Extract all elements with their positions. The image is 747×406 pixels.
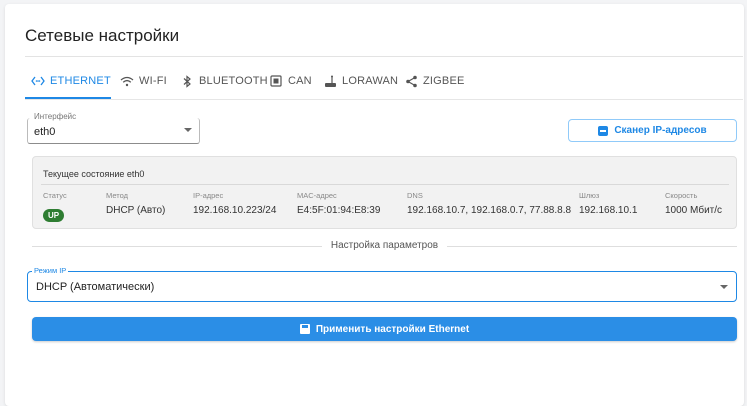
chevron-down-icon xyxy=(720,285,728,289)
network-settings-card: Сетевые настройки ETHERNET WI-FI BLUETOO… xyxy=(5,4,744,406)
tab-wifi[interactable]: WI-FI xyxy=(120,64,167,98)
share-icon xyxy=(404,74,418,88)
method-value: DHCP (Авто) xyxy=(106,205,166,216)
ip-mode-select[interactable]: Режим IP DHCP (Автоматически) xyxy=(27,266,737,302)
status-divider xyxy=(41,184,729,185)
status-badge: UP xyxy=(43,209,65,222)
section-line-left xyxy=(32,246,322,247)
ip-value: 192.168.10.223/24 xyxy=(193,205,277,216)
section-title: Настройка параметров xyxy=(330,240,439,251)
tab-can-label: CAN xyxy=(288,75,312,87)
status-label: Статус xyxy=(43,191,67,200)
status-title: Текущее состояние eth0 xyxy=(43,169,145,179)
gateway-label: Шлюз xyxy=(579,191,600,200)
interface-select[interactable]: Интерфейс eth0 xyxy=(27,112,200,144)
speed-column: Скорость 1000 Мбит/с xyxy=(665,191,722,216)
ip-column: IP-адрес 192.168.10.223/24 xyxy=(193,191,276,216)
status-column: Статус UP xyxy=(43,191,67,223)
can-icon xyxy=(269,74,283,88)
ip-mode-value: DHCP (Автоматически) xyxy=(36,281,155,293)
chevron-down-icon xyxy=(184,128,192,132)
mac-value: E4:5F:01:94:E8:39 xyxy=(297,205,381,216)
ip-mode-label: Режим IP xyxy=(32,266,69,275)
wifi-icon xyxy=(120,74,134,88)
scanner-icon xyxy=(598,125,609,136)
speed-value: 1000 Мбит/с xyxy=(665,205,723,216)
dns-value: 192.168.10.7, 192.168.0.7, 77.88.8.8 xyxy=(407,205,572,216)
mac-label: MAC-адрес xyxy=(297,191,337,200)
section-divider: Настройка параметров xyxy=(32,240,737,252)
title-divider xyxy=(25,56,743,57)
interface-value: eth0 xyxy=(34,126,56,138)
method-column: Метод DHCP (Авто) xyxy=(106,191,165,216)
tab-wifi-label: WI-FI xyxy=(139,75,167,87)
interface-label: Интерфейс xyxy=(32,112,79,121)
speed-label: Скорость xyxy=(665,191,698,200)
method-label: Метод xyxy=(106,191,128,200)
tabs-bar: ETHERNET WI-FI BLUETOOTH CAN LORAWAN ZIG… xyxy=(25,64,743,99)
apply-ethernet-label: Применить настройки Ethernet xyxy=(315,323,470,335)
apply-ethernet-button[interactable]: Применить настройки Ethernet xyxy=(32,317,737,341)
ip-scanner-button[interactable]: Сканер IP-адресов xyxy=(568,119,737,142)
tab-can[interactable]: CAN xyxy=(269,64,312,98)
tab-ethernet[interactable]: ETHERNET xyxy=(31,64,111,98)
tab-bluetooth-label: BLUETOOTH xyxy=(199,75,268,87)
tab-zigbee-label: ZIGBEE xyxy=(423,75,465,87)
tab-bluetooth[interactable]: BLUETOOTH xyxy=(180,64,268,98)
gateway-column: Шлюз 192.168.10.1 xyxy=(579,191,637,216)
gateway-value: 192.168.10.1 xyxy=(579,205,638,216)
dns-column: DNS 192.168.10.7, 192.168.0.7, 77.88.8.8 xyxy=(407,191,571,216)
bluetooth-icon xyxy=(180,74,194,88)
status-panel: Текущее состояние eth0 Статус UP Метод D… xyxy=(32,156,737,229)
antenna-icon xyxy=(323,74,337,88)
tab-ethernet-label: ETHERNET xyxy=(50,75,111,87)
tab-zigbee[interactable]: ZIGBEE xyxy=(404,64,465,98)
tabs-divider xyxy=(25,99,743,100)
dns-label: DNS xyxy=(407,191,423,200)
ip-label: IP-адрес xyxy=(193,191,224,200)
tab-lorawan-label: LORAWAN xyxy=(342,75,399,87)
section-line-right xyxy=(447,246,737,247)
ip-scanner-label: Сканер IP-адресов xyxy=(614,125,707,136)
ethernet-icon xyxy=(31,74,45,88)
save-icon xyxy=(299,324,310,334)
page-title: Сетевые настройки xyxy=(25,26,180,45)
tab-lorawan[interactable]: LORAWAN xyxy=(323,64,398,98)
mac-column: MAC-адрес E4:5F:01:94:E8:39 xyxy=(297,191,380,216)
